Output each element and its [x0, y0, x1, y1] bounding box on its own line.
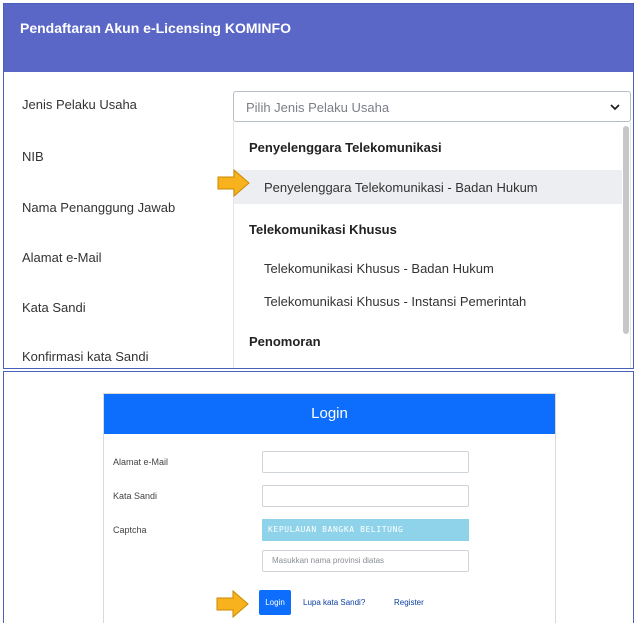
jenis-pelaku-usaha-dropdown: Penyelenggara Telekomunikasi Penyelengga…: [233, 122, 631, 368]
registration-panel: Pendaftaran Akun e-Licensing KOMINFO Jen…: [3, 3, 634, 369]
login-button[interactable]: Login: [259, 590, 291, 615]
dropdown-option-telsus-instansi[interactable]: Telekomunikasi Khusus - Instansi Pemerin…: [234, 294, 622, 309]
login-password-input[interactable]: [262, 485, 469, 507]
registration-title: Pendaftaran Akun e-Licensing KOMINFO: [20, 20, 291, 36]
captcha-input[interactable]: Masukkan nama provinsi diatas: [262, 550, 469, 572]
label-nama-penanggung-jawab: Nama Penanggung Jawab: [22, 200, 176, 215]
dropdown-group-penyelenggara: Penyelenggara Telekomunikasi: [249, 140, 442, 155]
label-konfirmasi-kata-sandi: Konfirmasi kata Sandi: [22, 349, 149, 364]
dropdown-group-penomoran: Penomoran: [249, 334, 321, 349]
arrow-right-icon: [216, 589, 249, 619]
dropdown-scrollbar[interactable]: [623, 126, 629, 334]
label-jenis-pelaku-usaha: Jenis Pelaku Usaha: [22, 97, 137, 112]
captcha-text: KEPULAUAN BANGKA BELITUNG: [268, 525, 404, 534]
arrow-right-icon: [217, 168, 250, 198]
label-kata-sandi: Kata Sandi: [22, 300, 86, 315]
label-alamat-email: Alamat e-Mail: [22, 250, 102, 265]
register-link[interactable]: Register: [394, 598, 424, 607]
jenis-pelaku-usaha-select[interactable]: Pilih Jenis Pelaku Usaha: [233, 91, 631, 122]
dropdown-group-telsus: Telekomunikasi Khusus: [249, 222, 397, 237]
dropdown-option-telsus-badan-hukum[interactable]: Telekomunikasi Khusus - Badan Hukum: [234, 261, 622, 276]
login-label-password: Kata Sandi: [113, 491, 158, 501]
login-title: Login: [311, 405, 348, 422]
login-label-captcha: Captcha: [113, 525, 147, 535]
chevron-down-icon: [610, 104, 620, 111]
login-email-input[interactable]: [262, 451, 469, 473]
dropdown-option-penyelenggara-badan-hukum[interactable]: Penyelenggara Telekomunikasi - Badan Huk…: [234, 180, 622, 195]
label-nib: NIB: [22, 149, 44, 164]
login-panel: Login Alamat e-Mail Kata Sandi Captcha K…: [3, 371, 634, 623]
captcha-image: KEPULAUAN BANGKA BELITUNG: [262, 519, 469, 541]
registration-header: Pendaftaran Akun e-Licensing KOMINFO: [4, 4, 633, 72]
forgot-password-link[interactable]: Lupa kata Sandi?: [303, 598, 365, 607]
login-card: Login Alamat e-Mail Kata Sandi Captcha K…: [103, 393, 556, 623]
login-header: Login: [104, 394, 555, 434]
login-label-email: Alamat e-Mail: [113, 457, 169, 467]
select-placeholder: Pilih Jenis Pelaku Usaha: [246, 100, 390, 115]
